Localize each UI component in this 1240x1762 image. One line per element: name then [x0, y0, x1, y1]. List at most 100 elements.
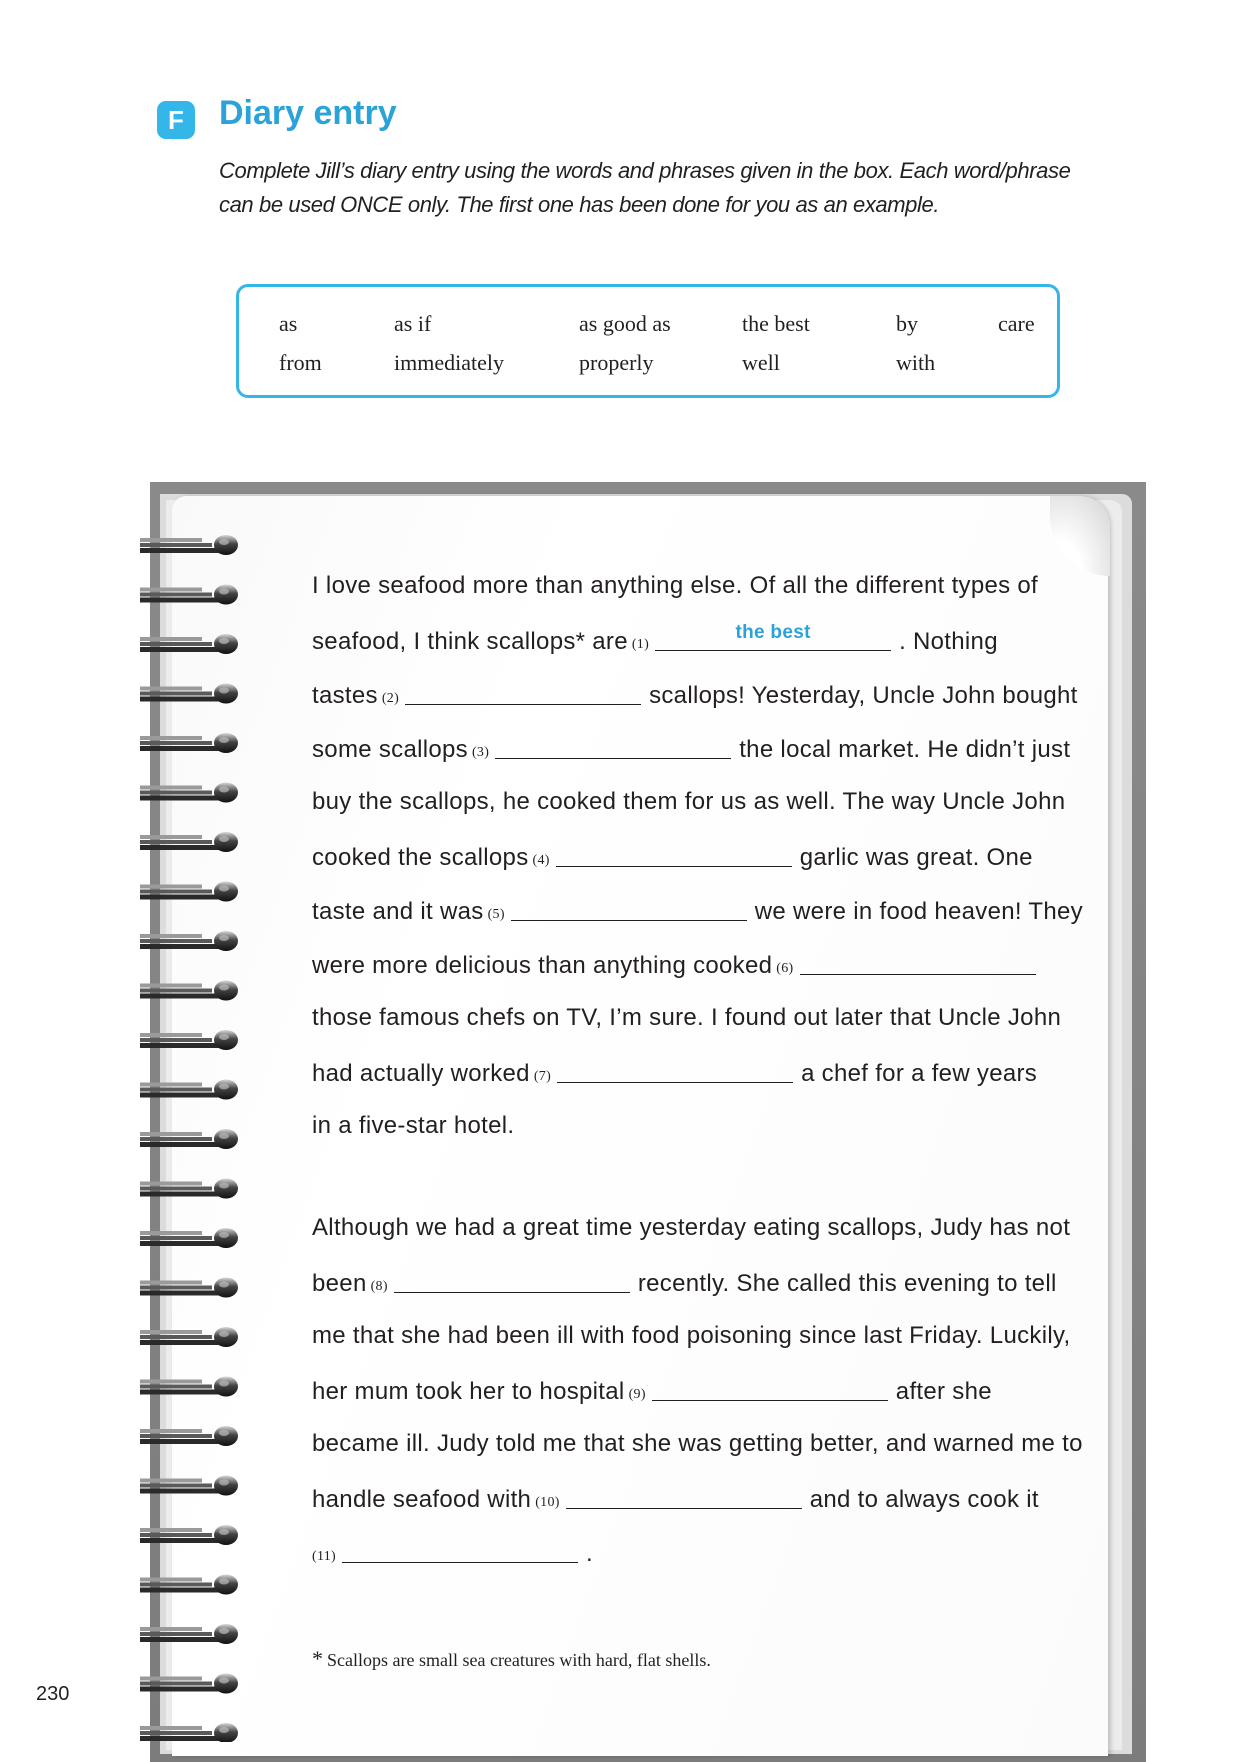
- diary-text: me that she had been ill with food poiso…: [312, 1322, 1071, 1349]
- diary-text: the local market. He didn’t just: [739, 736, 1071, 763]
- instructions: Complete Jill’s diary entry using the wo…: [219, 158, 1071, 217]
- binding-ring: [140, 1426, 238, 1446]
- answer-blank-8[interactable]: [393, 1268, 630, 1293]
- diary-text: cooked the scallops: [312, 844, 529, 871]
- diary-line: tastes (2) scallops! Yesterday, Uncle John…: [312, 680, 1078, 710]
- word-box-item: as: [279, 311, 298, 336]
- binding-ring: [140, 1475, 238, 1496]
- binding-ring: [140, 535, 238, 555]
- answer-blank-6[interactable]: [799, 950, 1036, 975]
- question-number: (10): [535, 1495, 560, 1510]
- diary-line: her mum took her to hospital (9) after she: [312, 1376, 992, 1406]
- diary-text: after she: [895, 1378, 992, 1405]
- question-number: (9): [628, 1387, 646, 1402]
- answer-blank-7[interactable]: [557, 1058, 794, 1083]
- answer-blank-1[interactable]: the best: [655, 622, 892, 651]
- word-box-item: care: [998, 311, 1035, 336]
- answer-blank-9[interactable]: [651, 1376, 888, 1401]
- binding-ring: [140, 1624, 238, 1644]
- diary-line: seafood, I think scallops* are (1) the bes…: [312, 622, 998, 656]
- word-box-item: as if: [394, 311, 432, 336]
- diary-line: me that she had been ill with food poiso…: [312, 1322, 1070, 1350]
- diary-line: handle seafood with (10) and to always coo…: [312, 1484, 1039, 1514]
- diary-line: I love seafood more than anything else. …: [312, 572, 1038, 600]
- binding-ring: [140, 782, 238, 803]
- binding-ring: [140, 1327, 238, 1347]
- question-number: (11): [312, 1549, 337, 1564]
- binding-ring: [140, 931, 238, 951]
- binding-ring: [140, 1673, 238, 1694]
- diary-line: been (8) recently. She called this evening…: [312, 1268, 1057, 1298]
- binding-ring: [140, 1723, 238, 1742]
- diary-text: tastes: [312, 682, 378, 709]
- diary-text: handle seafood with: [312, 1486, 532, 1513]
- diary-line: taste and it was (5) we were in food heave…: [312, 896, 1083, 926]
- word-box-item: well: [742, 350, 780, 375]
- binding-ring: [140, 832, 238, 852]
- answer-blank-2[interactable]: [405, 680, 642, 705]
- binding-ring: [140, 1178, 238, 1199]
- page-number: 230: [36, 1683, 70, 1705]
- binding-ring: [140, 1228, 238, 1248]
- diary-text: those famous chefs on TV, I’m sure. I fo…: [312, 1004, 1062, 1031]
- diary-line: cooked the scallops (4) garlic was great. …: [312, 842, 1033, 872]
- word-box-item: properly: [579, 350, 654, 375]
- footnote-text: Scallops are small sea creatures with ha…: [327, 1650, 711, 1670]
- diary-line: those famous chefs on TV, I’m sure. I fo…: [312, 1004, 1061, 1032]
- section-title: Diary entry: [219, 94, 397, 132]
- answer-blank-10[interactable]: [565, 1484, 802, 1509]
- binding-ring: [140, 584, 238, 605]
- binding-ring: [140, 683, 238, 704]
- answer-blank-5[interactable]: [510, 896, 747, 921]
- binding-ring: [140, 1277, 238, 1298]
- question-number: (6): [776, 961, 794, 976]
- diary-text: were more delicious than anything cooked: [312, 952, 773, 979]
- diary-line: Although we had a great time yesterday e…: [312, 1214, 1070, 1242]
- binding-ring: [140, 634, 238, 654]
- word-box-item: immediately: [394, 350, 504, 375]
- question-number: (5): [487, 907, 505, 922]
- diary-text: a chef for a few years: [801, 1060, 1038, 1087]
- binding-ring: [140, 1376, 238, 1397]
- diary-text: became ill. Judy told me that she was ge…: [312, 1430, 1083, 1457]
- binding-ring: [140, 881, 238, 902]
- binding-ring: [140, 1129, 238, 1149]
- diary-text: garlic was great. One: [799, 844, 1033, 871]
- diary-text: Although we had a great time yesterday e…: [312, 1214, 1071, 1241]
- question-number: (2): [381, 691, 400, 706]
- diary-text: I love seafood more than anything else. …: [312, 572, 1039, 599]
- section-letter-badge: F: [157, 101, 195, 139]
- diary-line: in a five-star hotel.: [312, 1112, 514, 1140]
- binding-ring: [140, 1079, 238, 1100]
- diary-line: became ill. Judy told me that she was ge…: [312, 1430, 1083, 1458]
- diary-text: some scallops: [312, 736, 468, 763]
- question-number: (8): [370, 1279, 388, 1294]
- footnote: * Scallops are small sea creatures with h…: [312, 1646, 711, 1672]
- word-box-item: the best: [742, 311, 810, 336]
- diary-text: taste and it was: [312, 898, 484, 925]
- diary-line: (11).: [312, 1538, 593, 1568]
- diary-line: some scallops (3) the local market. He did…: [312, 734, 1070, 764]
- diary-text: in a five-star hotel.: [312, 1112, 515, 1139]
- diary-text: had actually worked: [312, 1060, 530, 1087]
- example-answer: the best: [735, 622, 811, 643]
- diary-line: had actually worked (7) a chef for a few y…: [312, 1058, 1037, 1088]
- diary-text: .: [586, 1540, 593, 1567]
- answer-blank-3[interactable]: [495, 734, 732, 759]
- answer-blank-11[interactable]: [342, 1538, 579, 1563]
- diary-text: her mum took her to hospital: [312, 1378, 625, 1405]
- diary-text: been: [312, 1270, 367, 1297]
- diary-text: seafood, I think scallops* are: [312, 628, 628, 655]
- question-number: (1): [631, 637, 650, 652]
- word-box: as as if as good as the best by care fro…: [236, 284, 1060, 398]
- diary-line: were more delicious than anything cooked…: [312, 950, 1044, 980]
- word-box-item: by: [896, 311, 918, 336]
- question-number: (4): [532, 853, 550, 868]
- binding-ring: [140, 1525, 238, 1545]
- diary-text: buy the scallops, he cooked them for us …: [312, 788, 1066, 815]
- question-number: (7): [533, 1069, 552, 1084]
- diary-line: buy the scallops, he cooked them for us …: [312, 788, 1065, 816]
- diary-text: recently. She called this evening to tel…: [637, 1270, 1057, 1297]
- diary-text: scallops! Yesterday, Uncle John bought: [649, 682, 1078, 709]
- answer-blank-4[interactable]: [555, 842, 792, 867]
